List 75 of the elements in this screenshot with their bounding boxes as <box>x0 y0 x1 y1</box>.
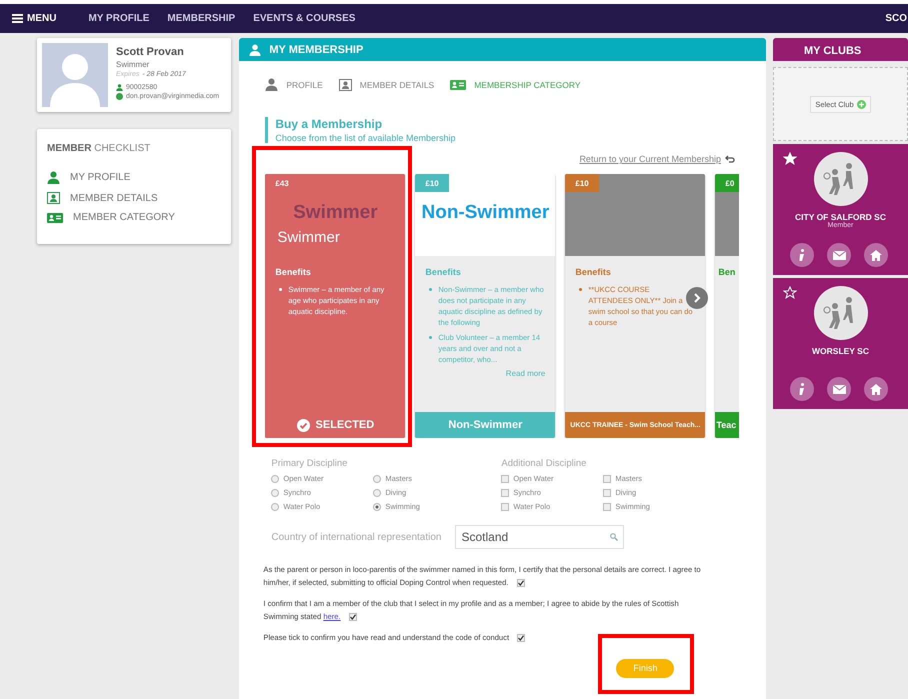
section-title: Buy a Membership <box>275 117 384 131</box>
search-icon <box>610 533 618 541</box>
club-logo <box>814 286 868 340</box>
benefits-title: Ben <box>718 266 736 278</box>
email-icon <box>116 93 123 100</box>
info-icon <box>799 382 805 396</box>
email-button[interactable] <box>827 243 851 267</box>
user-name[interactable]: SCO <box>885 13 907 24</box>
checklist-item: MEMBER DETAILS <box>70 192 158 204</box>
home-button[interactable] <box>864 243 888 267</box>
portrait-icon <box>338 78 352 90</box>
club-name: CITY OF SALFORD SC <box>795 212 886 222</box>
step-tab[interactable]: PROFILE <box>265 78 323 91</box>
home-button[interactable] <box>864 377 888 401</box>
return-link[interactable]: Return to your Current Membership <box>579 154 735 164</box>
club-logo <box>814 152 868 206</box>
club-name: WORSLEY SC <box>812 346 869 356</box>
star-icon[interactable] <box>783 152 797 166</box>
card-title: Non-Swimmer <box>420 202 550 224</box>
email-button[interactable] <box>827 377 851 401</box>
benefits-title: Benefits <box>575 266 611 278</box>
card-footer: Non-Swimmer <box>415 412 556 438</box>
declaration-checkbox[interactable] <box>348 613 357 621</box>
home-icon <box>870 250 882 260</box>
info-button[interactable] <box>790 243 814 267</box>
benefits-title: Benefits <box>425 266 461 278</box>
step-tab[interactable]: MEMBERSHIP CATEGORY <box>450 78 580 91</box>
envelope-icon <box>832 384 846 394</box>
person-icon <box>249 44 262 56</box>
person-icon <box>265 78 278 91</box>
plus-icon <box>856 100 866 108</box>
panel-title: MY MEMBERSHIP <box>269 44 364 56</box>
id-card-icon <box>450 80 466 90</box>
read-more-link[interactable]: Read more <box>425 369 546 378</box>
chevron-right-icon <box>693 293 702 303</box>
info-button[interactable] <box>790 377 814 401</box>
card-subtitle: Swimmer <box>277 229 340 246</box>
card-footer: Teac <box>715 412 740 438</box>
check-circle-icon <box>296 418 310 432</box>
price-badge: £10 <box>565 174 599 192</box>
card-title: Swimmer <box>292 202 379 224</box>
member-role: Swimmer <box>116 60 150 69</box>
id-card-icon <box>47 212 63 222</box>
home-icon <box>870 384 882 394</box>
person-icon <box>47 171 60 184</box>
step-tab[interactable]: MEMBER DETAILS <box>338 78 434 91</box>
checklist-title: MEMBER CHECKLIST <box>47 143 152 154</box>
avatar <box>42 43 108 107</box>
menu-icon <box>12 14 23 23</box>
nav-link[interactable]: MY PROFILE <box>88 13 150 24</box>
checklist-item: MEMBER CATEGORY <box>73 212 175 223</box>
info-icon <box>799 248 805 262</box>
nav-link[interactable]: MEMBERSHIP <box>167 13 236 24</box>
portrait-icon <box>47 192 60 204</box>
star-icon[interactable] <box>783 286 797 300</box>
return-icon <box>725 155 735 163</box>
selected-label: SELECTED <box>265 412 406 438</box>
nav-link[interactable]: EVENTS & COURSES <box>253 13 356 24</box>
declaration-checkbox[interactable] <box>517 634 526 642</box>
clubs-header: MY CLUBS <box>773 38 908 61</box>
checklist-item: MY PROFILE <box>70 172 130 183</box>
member-name: Scott Provan <box>116 46 185 58</box>
menu-button[interactable]: MENU <box>12 13 70 24</box>
field-label: Country of international representation <box>271 532 442 542</box>
person-icon <box>116 84 123 91</box>
price-badge: £10 <box>415 174 449 192</box>
section-subtitle: Choose from the list of available Membership <box>275 133 456 143</box>
field-label: Primary Discipline <box>271 458 348 469</box>
price-badge: £0 <box>715 174 740 192</box>
envelope-icon <box>832 250 846 260</box>
field-label: Additional Discipline <box>501 458 588 469</box>
country-field[interactable]: Scotland <box>455 525 624 549</box>
declaration-checkbox[interactable] <box>516 579 525 587</box>
membership-card[interactable]: £0 Ben Teac <box>715 174 740 438</box>
benefits-title: Benefits <box>275 266 311 278</box>
